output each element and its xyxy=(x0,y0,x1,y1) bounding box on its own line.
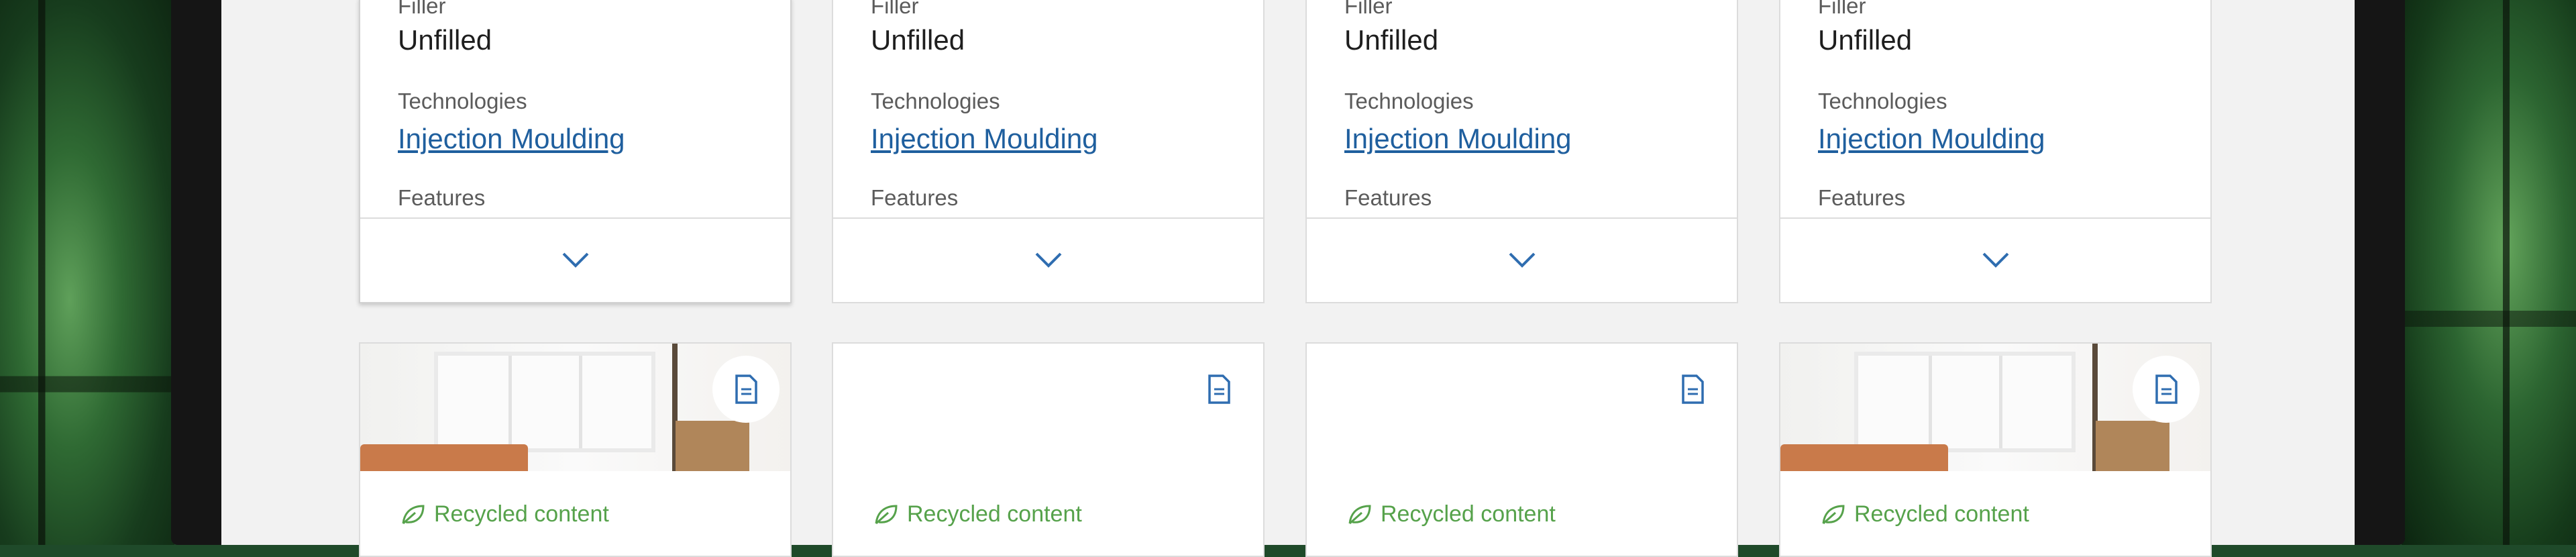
filler-value: Unfilled xyxy=(398,24,492,56)
filler-label: Filler xyxy=(398,0,446,18)
product-grid: Filler Unfilled Technologies Injection M… xyxy=(221,0,2355,557)
chevron-down-icon xyxy=(1509,252,1535,268)
technologies-label: Technologies xyxy=(1344,89,1474,113)
technology-link[interactable]: Injection Moulding xyxy=(1818,123,2045,155)
document-icon xyxy=(2155,374,2178,404)
filler-label: Filler xyxy=(1344,0,1393,18)
datasheet-button[interactable] xyxy=(712,356,780,423)
technologies-label: Technologies xyxy=(398,89,527,113)
recycled-badge: Recycled content xyxy=(400,501,609,527)
recycled-label: Recycled content xyxy=(1381,501,1556,527)
technology-link[interactable]: Injection Moulding xyxy=(1344,123,1572,155)
document-icon xyxy=(1682,374,1704,404)
features-label: Features xyxy=(1344,185,1432,210)
product-card[interactable]: Recycled content xyxy=(359,342,792,557)
product-card[interactable]: Recycled content xyxy=(832,342,1265,557)
datasheet-button[interactable] xyxy=(1185,356,1252,423)
technologies-label: Technologies xyxy=(871,89,1000,113)
recycled-badge: Recycled content xyxy=(1821,501,2029,527)
product-card: Filler Unfilled Technologies Injection M… xyxy=(1305,0,1738,303)
recycled-badge: Recycled content xyxy=(1347,501,1556,527)
product-card[interactable]: Recycled content xyxy=(1779,342,2212,557)
filler-value: Unfilled xyxy=(871,24,965,56)
chevron-down-icon xyxy=(562,252,588,268)
recycled-label: Recycled content xyxy=(907,501,1082,527)
background-left xyxy=(0,0,174,545)
leaf-icon xyxy=(1822,504,1845,524)
expand-button[interactable] xyxy=(833,217,1263,302)
document-icon xyxy=(1208,374,1230,404)
recycled-label: Recycled content xyxy=(434,501,609,527)
filler-value: Unfilled xyxy=(1344,24,1439,56)
filler-label: Filler xyxy=(871,0,919,18)
features-label: Features xyxy=(398,185,486,210)
features-label: Features xyxy=(1818,185,1906,210)
chevron-down-icon xyxy=(1982,252,2008,268)
document-icon xyxy=(735,374,757,404)
datasheet-button[interactable] xyxy=(2133,356,2200,423)
product-card: Filler Unfilled Technologies Injection M… xyxy=(1779,0,2212,303)
product-card: Filler Unfilled Technologies Injection M… xyxy=(359,0,792,303)
product-card[interactable]: Recycled content xyxy=(1305,342,1738,557)
datasheet-button[interactable] xyxy=(1659,356,1726,423)
features-label: Features xyxy=(871,185,959,210)
expand-button[interactable] xyxy=(1307,217,1737,302)
chevron-down-icon xyxy=(1035,252,1061,268)
leaf-icon xyxy=(875,504,898,524)
leaf-icon xyxy=(1348,504,1371,524)
recycled-badge: Recycled content xyxy=(873,501,1082,527)
technologies-label: Technologies xyxy=(1818,89,1947,113)
technology-link[interactable]: Injection Moulding xyxy=(871,123,1098,155)
filler-value: Unfilled xyxy=(1818,24,1913,56)
recycled-label: Recycled content xyxy=(1854,501,2029,527)
expand-button[interactable] xyxy=(360,217,790,302)
background-right xyxy=(2402,0,2576,545)
product-card: Filler Unfilled Technologies Injection M… xyxy=(832,0,1265,303)
filler-label: Filler xyxy=(1818,0,1866,18)
expand-button[interactable] xyxy=(1780,217,2210,302)
leaf-icon xyxy=(402,504,425,524)
technology-link[interactable]: Injection Moulding xyxy=(398,123,625,155)
